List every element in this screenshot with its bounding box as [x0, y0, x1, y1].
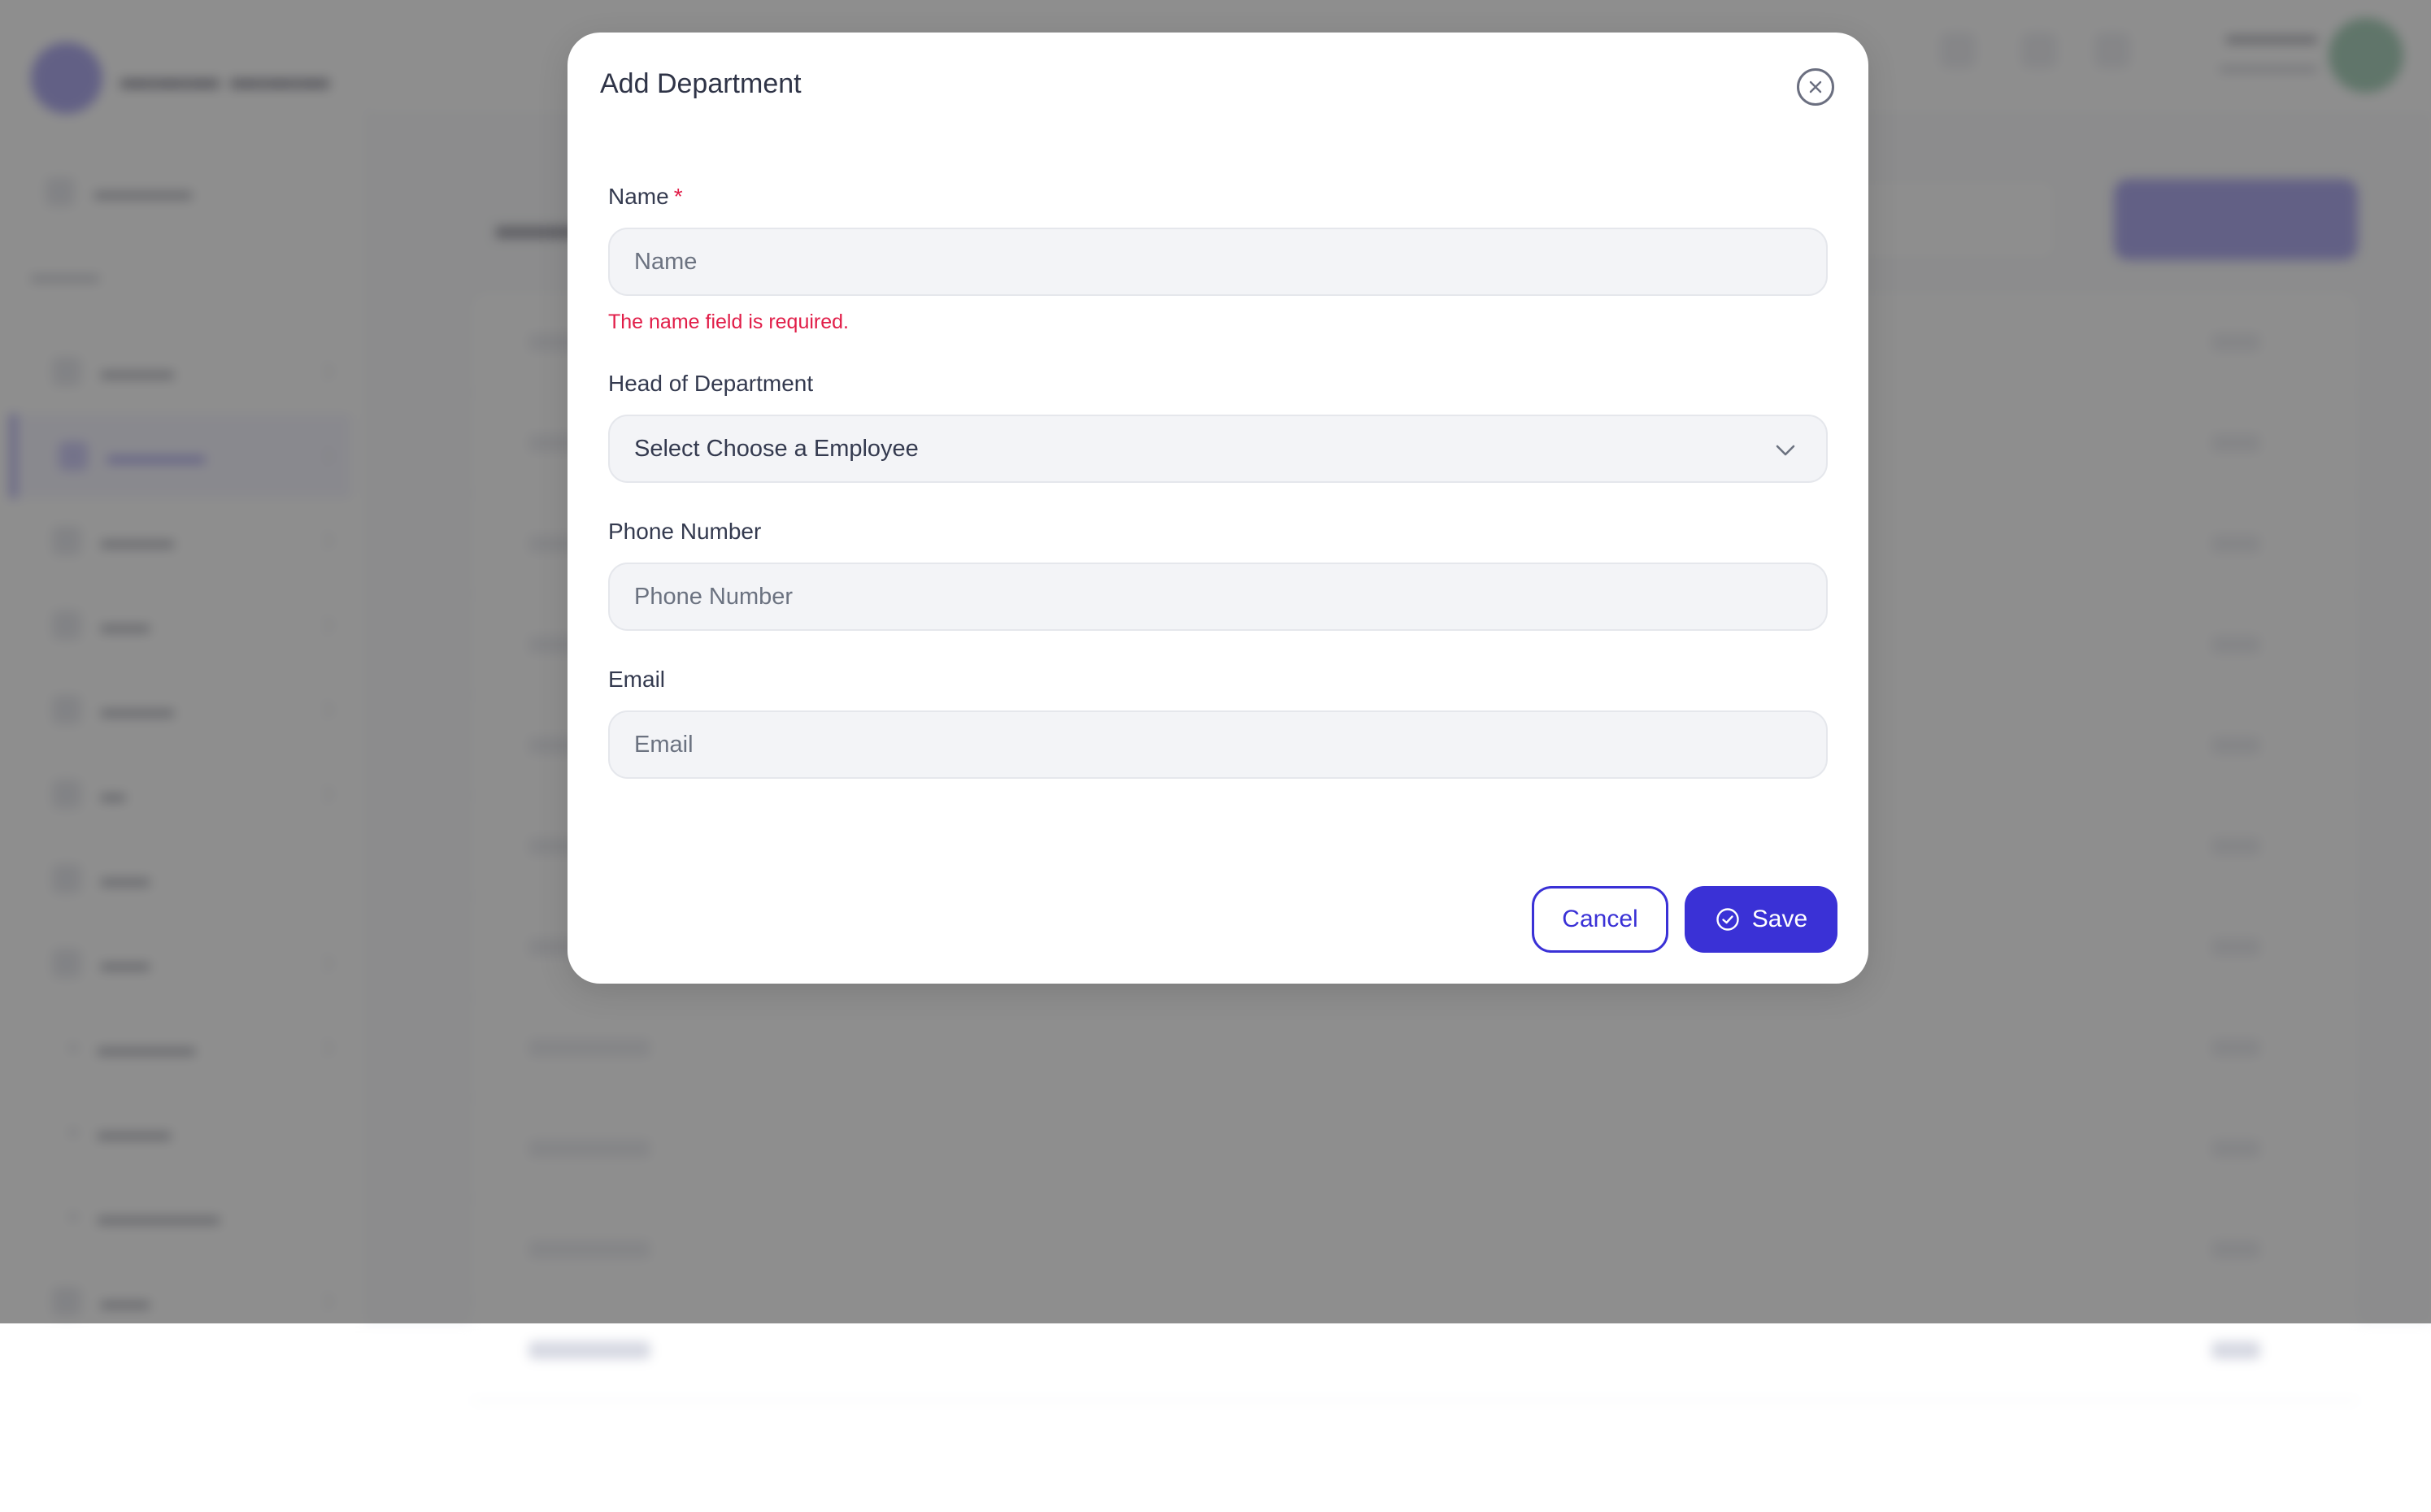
add-department-modal: Add Department Name* The name field is r…	[568, 33, 1868, 984]
email-field-group: Email	[608, 667, 1828, 779]
head-of-department-label: Head of Department	[608, 371, 814, 396]
name-label-text: Name	[608, 184, 669, 209]
required-mark: *	[673, 184, 683, 209]
close-button[interactable]	[1797, 68, 1834, 106]
cell-blur	[2211, 1341, 2260, 1359]
close-icon	[1809, 80, 1822, 93]
chevron-down-icon	[1776, 445, 1795, 456]
save-button[interactable]: Save	[1685, 886, 1837, 953]
head-of-department-select[interactable]: Select Choose a Employee	[608, 415, 1828, 483]
phone-number-input[interactable]	[608, 563, 1828, 631]
phone-number-label: Phone Number	[608, 519, 762, 544]
cancel-button[interactable]: Cancel	[1532, 886, 1668, 953]
name-label: Name *	[608, 184, 1828, 210]
save-button-label: Save	[1751, 906, 1808, 932]
email-label: Email	[608, 667, 666, 692]
email-input[interactable]	[608, 710, 1828, 779]
cell-blur	[528, 1341, 650, 1359]
name-error-message: The name field is required.	[608, 311, 849, 333]
head-field-group: Head of Department Select Choose a Emplo…	[608, 371, 1828, 483]
name-input[interactable]	[608, 228, 1828, 296]
name-field-group: Name* The name field is required.	[608, 184, 1828, 334]
phone-field-group: Phone Number	[608, 519, 1828, 631]
modal-title: Add Department	[600, 68, 802, 99]
cancel-button-label: Cancel	[1562, 906, 1638, 932]
head-of-department-selected: Select Choose a Employee	[634, 435, 919, 462]
check-circle-icon	[1716, 908, 1739, 931]
